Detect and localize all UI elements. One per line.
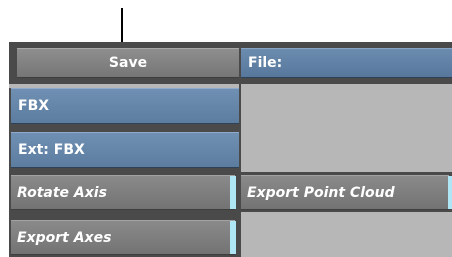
file-field-label: File: <box>248 55 283 71</box>
format-selector-value: FBX <box>18 98 50 114</box>
export-settings-panel: Save File: FBX Ext: FBX Rotate Axis Expo… <box>9 42 452 257</box>
export-point-cloud-toggle[interactable]: Export Point Cloud <box>241 175 449 210</box>
format-selector-button[interactable]: FBX <box>11 88 239 124</box>
export-point-cloud-label: Export Point Cloud <box>247 184 395 201</box>
lower-right-empty-area <box>241 212 452 257</box>
export-axes-indicator <box>230 221 236 254</box>
right-empty-area <box>241 84 452 172</box>
extension-field[interactable]: Ext: FBX <box>11 132 239 168</box>
export-axes-label: Export Axes <box>17 229 112 246</box>
export-point-cloud-indicator <box>448 176 452 209</box>
export-axes-toggle[interactable]: Export Axes <box>11 220 235 255</box>
file-field[interactable]: File: <box>241 48 452 78</box>
save-button-label: Save <box>108 55 148 71</box>
extension-field-label: Ext: FBX <box>18 142 85 158</box>
save-button[interactable]: Save <box>17 48 239 78</box>
rotate-axis-indicator <box>230 176 236 209</box>
rotate-axis-label: Rotate Axis <box>17 184 107 201</box>
rotate-axis-toggle[interactable]: Rotate Axis <box>11 175 235 210</box>
